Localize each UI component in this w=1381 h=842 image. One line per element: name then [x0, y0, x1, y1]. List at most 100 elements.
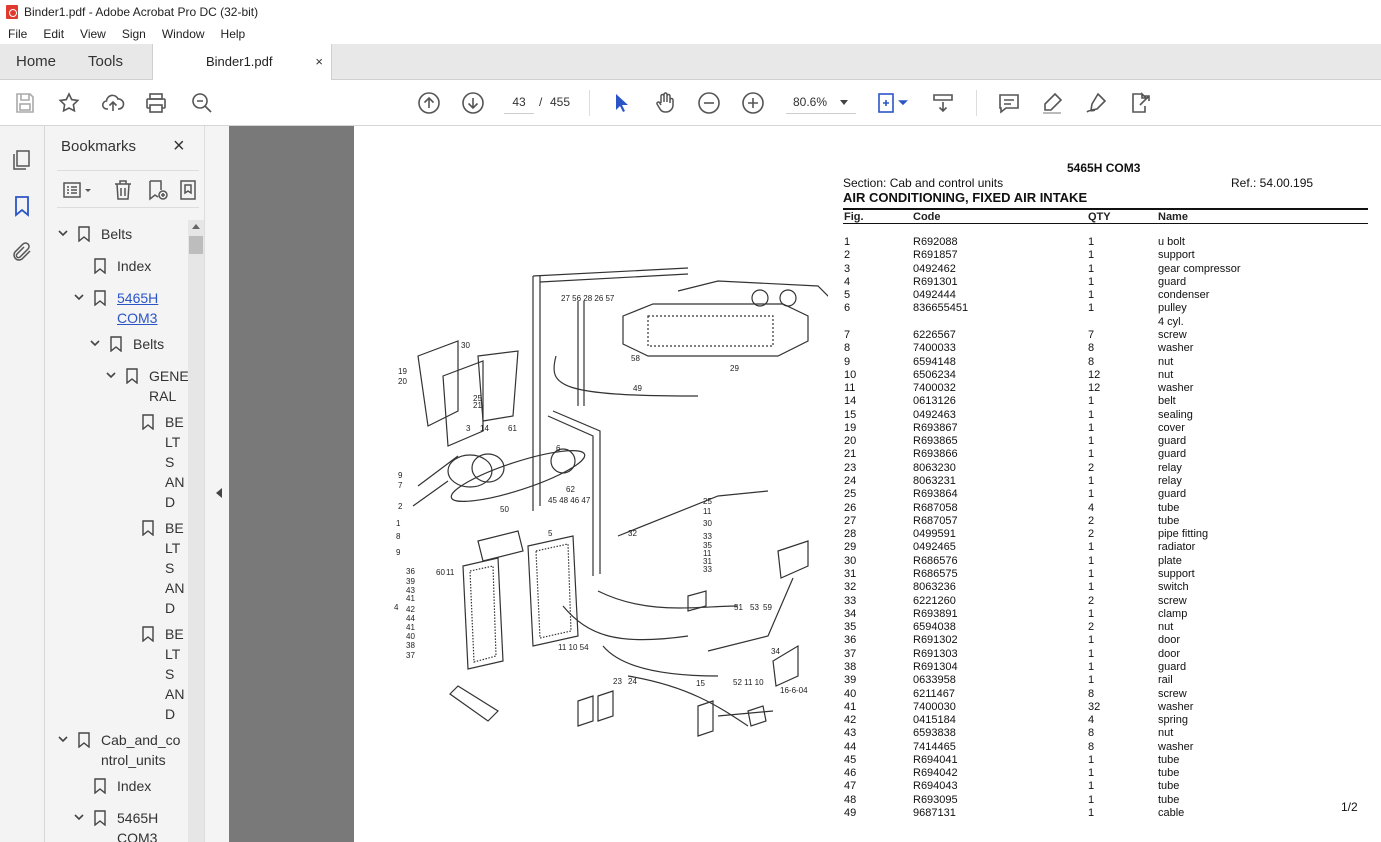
part-code: 7400033 [913, 342, 956, 355]
svg-text:59: 59 [763, 603, 772, 612]
bookmark-5465h-com3[interactable]: 5465H COM3 [45, 288, 205, 328]
svg-text:5: 5 [548, 529, 553, 538]
part-code: 6226567 [913, 328, 956, 341]
bookmark-cab-and-control-units[interactable]: Cab_and_co ntrol_units [45, 730, 205, 770]
part-qty: 1 [1088, 488, 1095, 501]
scroll-thumb[interactable] [189, 236, 203, 254]
part-name: pulley [1158, 302, 1187, 315]
panel-splitter[interactable] [204, 126, 229, 842]
page-down-icon[interactable] [461, 91, 485, 115]
zoom-select[interactable]: 80.6% [786, 90, 856, 114]
page-up-icon[interactable] [417, 91, 441, 115]
highlight-icon[interactable] [1040, 91, 1064, 115]
bookmark-belts-and-2[interactable]: BE LT S AN D [45, 518, 205, 618]
bookmarks-icon[interactable] [10, 194, 34, 218]
page-number-input[interactable] [504, 90, 534, 114]
bookmark-label: BE LT S AN D [165, 626, 185, 722]
menu-view[interactable]: View [72, 27, 114, 41]
tab-home[interactable]: Home [16, 44, 56, 80]
bookmark-options-icon[interactable] [61, 178, 95, 202]
bookmark-belts-and-3[interactable]: BE LT S AN D [45, 624, 205, 724]
scroll-mode-icon[interactable] [931, 91, 955, 115]
bookmark-index[interactable]: Index [45, 256, 205, 276]
new-bookmark-icon[interactable] [145, 178, 169, 202]
select-arrow-icon[interactable] [609, 91, 633, 115]
part-name: tube [1158, 780, 1180, 793]
zoom-search-icon[interactable] [190, 91, 214, 115]
menu-sign[interactable]: Sign [114, 27, 154, 41]
bookmark-from-selection-icon[interactable] [177, 178, 201, 202]
upload-icon[interactable] [101, 91, 125, 115]
bookmark-belts-sub[interactable]: Belts [45, 334, 205, 354]
part-code: R694042 [913, 767, 958, 780]
chevron-down-icon[interactable] [73, 808, 85, 828]
part-fig: 25 [844, 488, 857, 501]
scroll-up-icon[interactable] [192, 224, 200, 229]
print-icon[interactable] [144, 91, 168, 115]
attachments-icon[interactable] [10, 240, 34, 264]
delete-icon[interactable] [111, 178, 135, 202]
table-row: 44 7414465 8 washer [843, 741, 1368, 754]
collapse-panel-icon[interactable] [216, 488, 222, 498]
svg-text:39: 39 [406, 577, 415, 586]
part-qty: 1 [1088, 475, 1095, 488]
menu-window[interactable]: Window [154, 27, 213, 41]
bookmarks-scrollbar[interactable] [188, 220, 204, 842]
bookmark-5465h-com3-2[interactable]: 5465H COM3 [45, 808, 205, 842]
table-row: 4 R691301 1 guard [843, 276, 1368, 289]
part-code: 8063236 [913, 581, 956, 594]
menu-edit[interactable]: Edit [35, 27, 72, 41]
part-name: relay [1158, 461, 1182, 474]
model-title: 5465H COM3 [1067, 161, 1141, 175]
part-name: cover [1158, 421, 1185, 434]
part-fig: 42 [844, 714, 857, 727]
document-view[interactable]: 5465H COM3 Section: Cab and control unit… [229, 126, 1381, 842]
zoom-out-icon[interactable] [697, 91, 721, 115]
save-icon[interactable] [13, 91, 37, 115]
bookmark-star-icon[interactable] [57, 91, 81, 115]
svg-text:37: 37 [406, 651, 415, 660]
menu-help[interactable]: Help [213, 27, 254, 41]
sign-icon[interactable] [1084, 91, 1108, 115]
tab-tools[interactable]: Tools [88, 44, 123, 80]
svg-text:33: 33 [703, 565, 712, 574]
parts-table-header: Fig. Code QTY Name [843, 208, 1368, 224]
comment-icon[interactable] [997, 91, 1021, 115]
tab-document[interactable]: Binder1.pdf × [152, 44, 332, 81]
part-code: R687058 [913, 501, 958, 514]
table-row: 8 7400033 8 washer [843, 342, 1368, 355]
thumbnails-icon[interactable] [10, 148, 34, 172]
bookmark-index-2[interactable]: Index [45, 776, 205, 796]
part-code: R691304 [913, 660, 958, 673]
part-qty: 32 [1088, 700, 1101, 713]
part-fig: 26 [844, 501, 857, 514]
part-code: R693864 [913, 488, 958, 501]
fit-page-icon[interactable] [875, 91, 909, 115]
hand-icon[interactable] [653, 91, 677, 115]
section-label: Section: Cab and control units [843, 176, 1004, 190]
menu-file[interactable]: File [0, 27, 35, 41]
close-icon[interactable]: × [173, 135, 185, 158]
bookmark-belts-and-1[interactable]: BE LT S AN D [45, 412, 205, 512]
zoom-in-icon[interactable] [741, 91, 765, 115]
svg-text:20: 20 [398, 377, 407, 386]
chevron-down-icon[interactable] [105, 366, 117, 386]
bookmark-belts[interactable]: Belts [45, 224, 205, 244]
svg-text:40: 40 [406, 632, 415, 641]
svg-text:29: 29 [730, 364, 739, 373]
export-icon[interactable] [1128, 91, 1152, 115]
bookmark-general[interactable]: GENE RAL [45, 366, 205, 406]
tab-close-icon[interactable]: × [315, 44, 323, 80]
svg-text:27 56 28 26 57: 27 56 28 26 57 [561, 294, 615, 303]
table-row: 7 6226567 7 screw [843, 329, 1368, 342]
svg-text:41: 41 [406, 594, 415, 603]
part-fig: 35 [844, 621, 857, 634]
chevron-down-icon[interactable] [73, 288, 85, 308]
chevron-down-icon[interactable] [57, 224, 69, 244]
part-code: R687057 [913, 514, 958, 527]
chevron-down-icon[interactable] [57, 730, 69, 750]
part-qty: 1 [1088, 674, 1095, 687]
svg-text:11: 11 [703, 507, 712, 516]
part-qty: 2 [1088, 514, 1095, 527]
chevron-down-icon[interactable] [89, 334, 101, 354]
